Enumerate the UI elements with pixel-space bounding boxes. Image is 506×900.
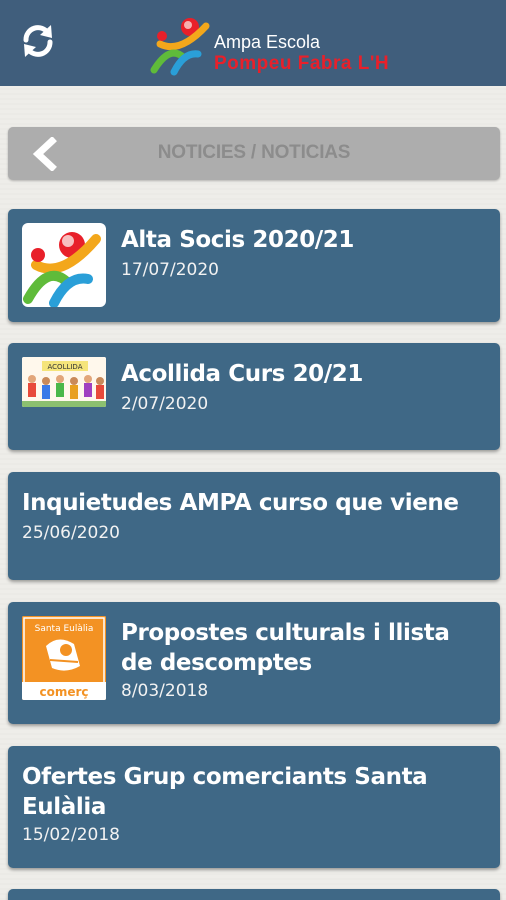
news-date: 17/07/2020 [121,260,219,280]
news-item[interactable]: Inquietudes AMPA curso que viene 25/06/2… [8,472,500,580]
kids-banner-text: ACOLLIDA [48,363,83,371]
news-title: Acollida Curs 20/21 [121,361,363,387]
section-title: NOTICIES / NOTICIAS [157,142,351,163]
news-item[interactable] [8,889,500,900]
santa-eulalia-comerc-thumbnail: Santa Eulàlia comerç [22,616,106,700]
news-item[interactable]: Santa Eulàlia comerç Propostes culturals… [8,602,500,724]
ampa-logo-icon [150,18,210,76]
logo-title: Ampa Escola [214,32,321,52]
top-bar: Ampa Escola Pompeu Fabra L'H [0,0,506,86]
santa-logo-bottom: comerç [39,685,88,699]
news-date: 2/07/2020 [121,394,209,414]
news-item[interactable]: ACOLLIDA Acollida Curs 20/21 2/07/2020 [8,343,500,450]
ampa-logo: Ampa Escola Pompeu Fabra L'H [150,14,420,78]
refresh-icon[interactable] [18,21,58,61]
news-title: Inquietudes AMPA curso que viene [22,490,459,516]
news-date: 25/06/2020 [22,523,120,543]
section-header: NOTICIES / NOTICIAS [8,127,500,180]
news-title: Alta Socis 2020/21 [121,227,355,253]
santa-logo-top: Santa Eulàlia [35,624,94,634]
news-title: Propostes culturals i llista de descompt… [121,620,450,676]
kids-drawing-thumbnail: ACOLLIDA [22,357,106,407]
news-item[interactable]: Ofertes Grup comerciants Santa Eulàlia 1… [8,746,500,868]
news-date: 8/03/2018 [121,681,209,701]
logo-subtitle: Pompeu Fabra L'H [214,53,390,74]
ampa-logo-thumbnail [22,223,106,307]
news-date: 15/02/2018 [22,825,120,845]
news-item[interactable]: Alta Socis 2020/21 17/07/2020 [8,209,500,322]
news-title: Ofertes Grup comerciants Santa Eulàlia [22,764,428,820]
